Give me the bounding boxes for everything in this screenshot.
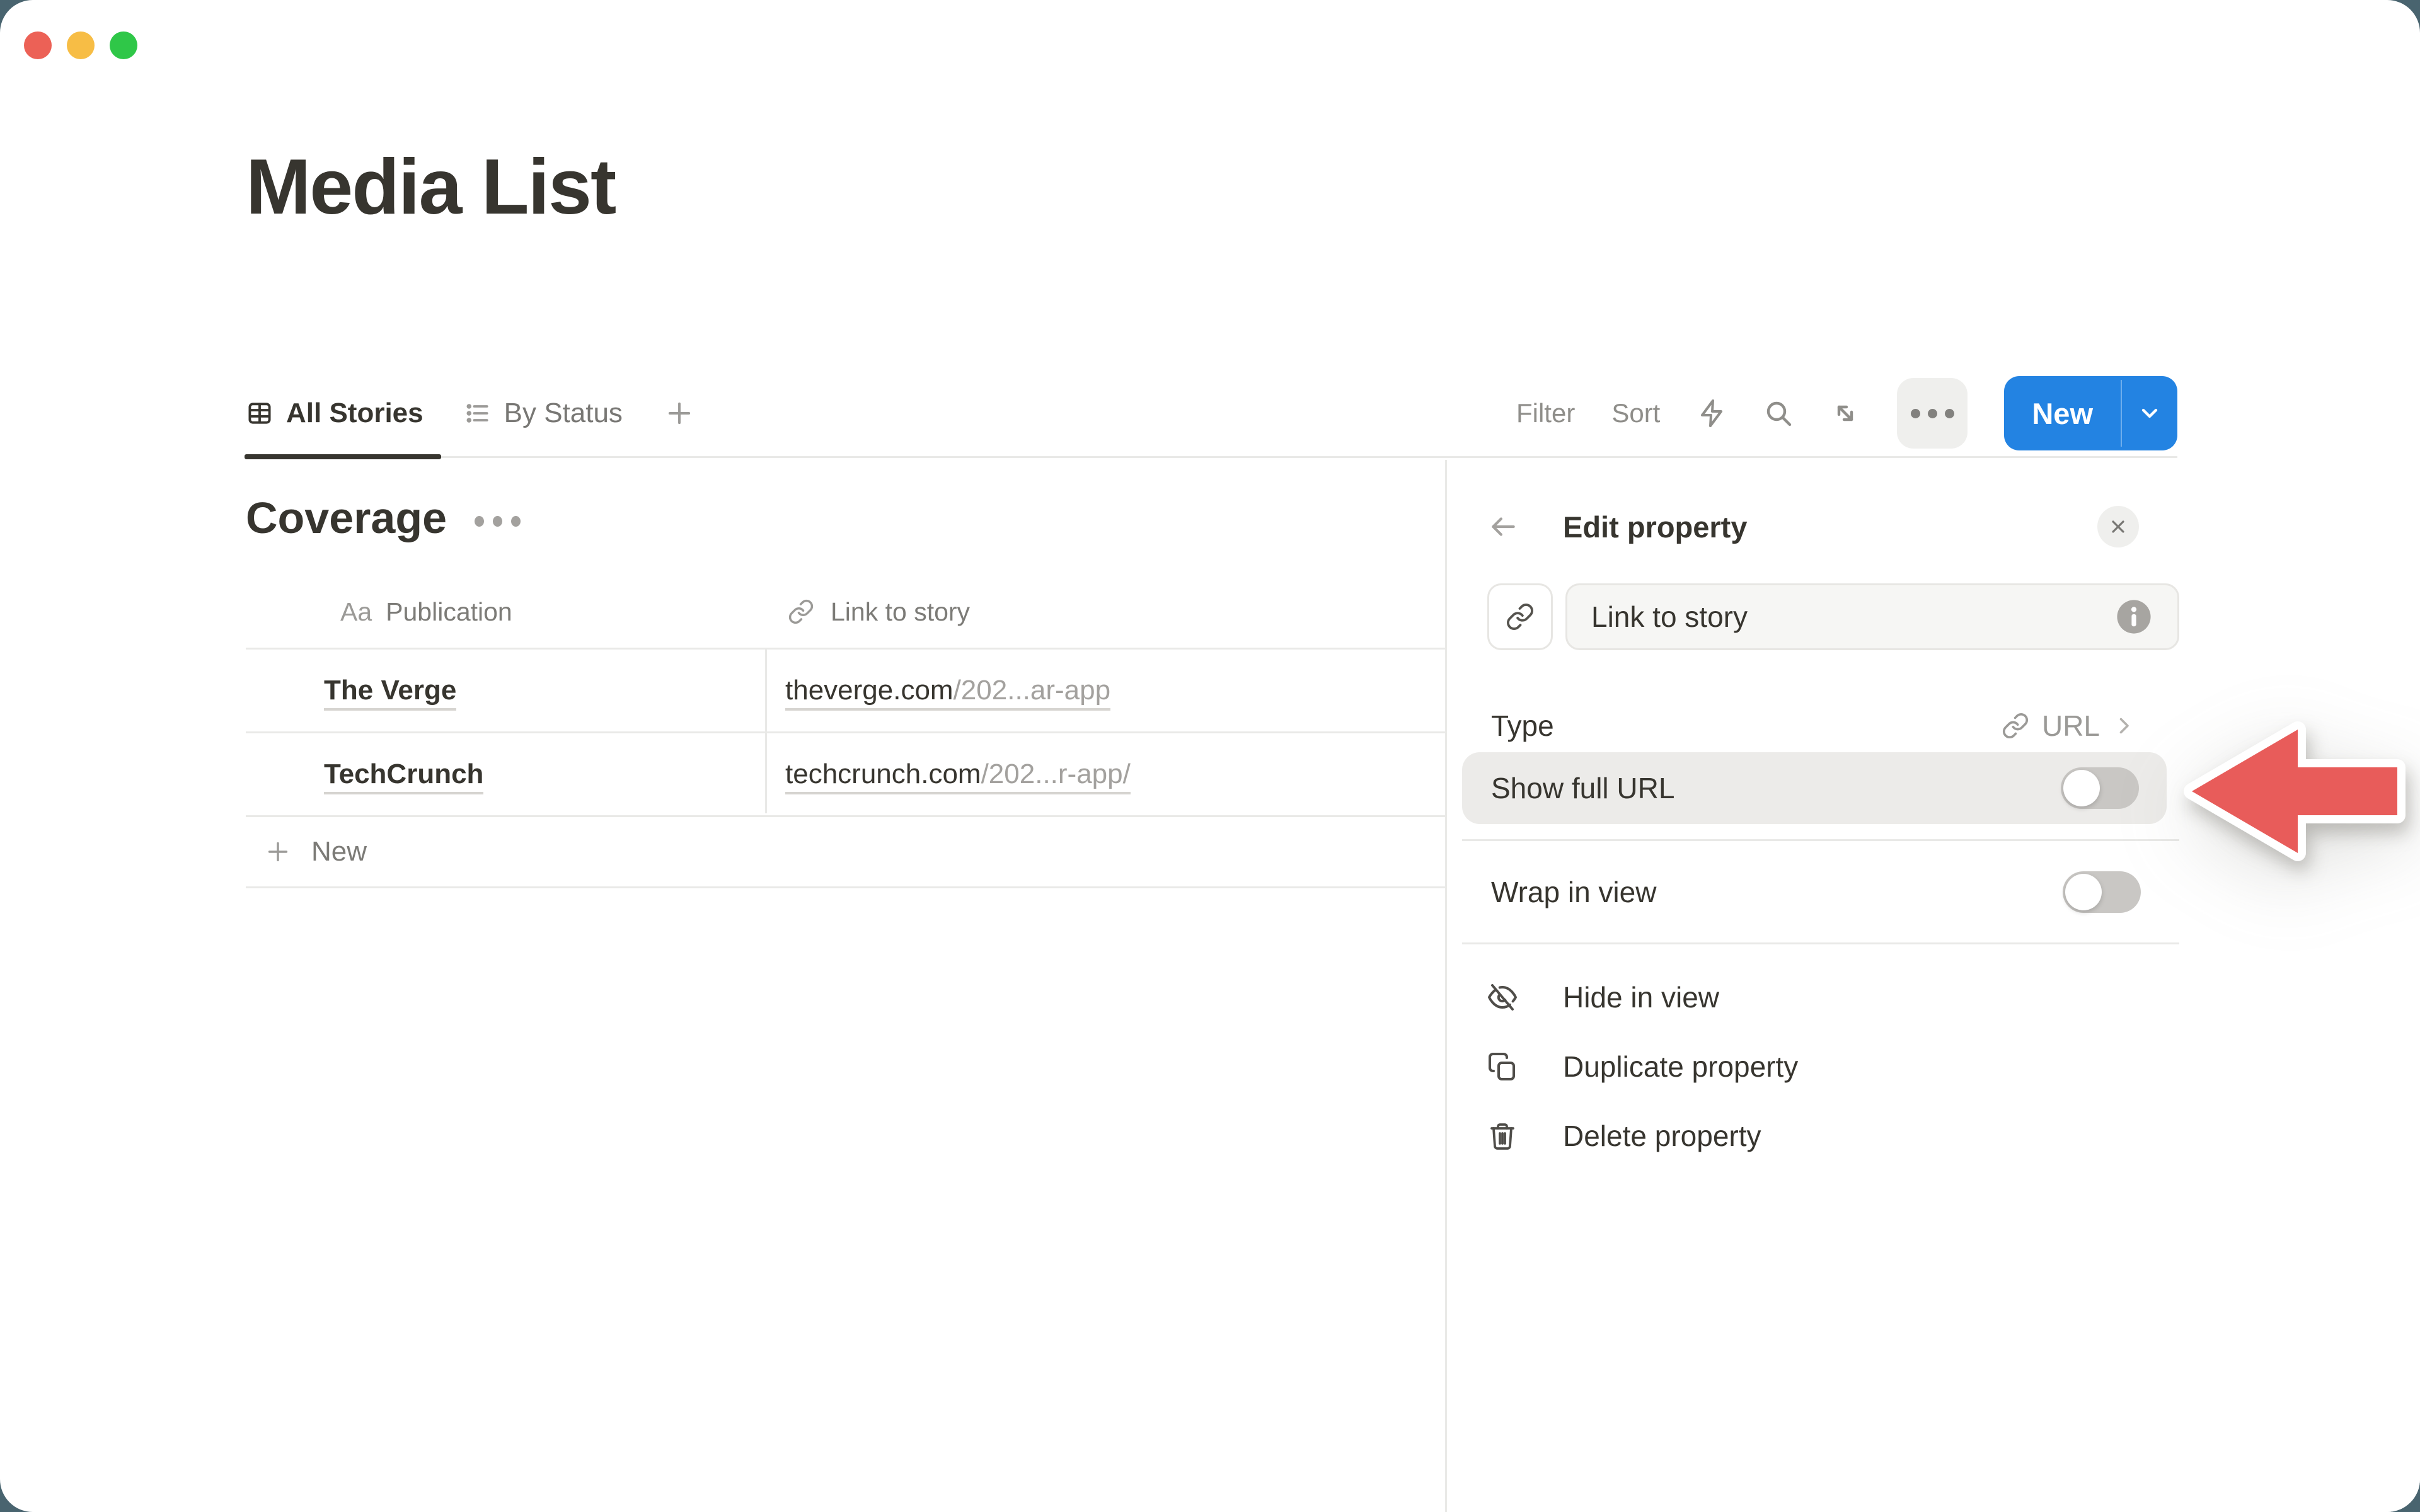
table-row: TechCrunch techcrunch.com/202...r-app/ bbox=[246, 733, 1445, 817]
page-title: Media List bbox=[246, 146, 615, 228]
column-header-link[interactable]: Link to story bbox=[765, 597, 1445, 627]
property-name-input[interactable]: Link to story bbox=[1565, 583, 2179, 650]
table-row: The Verge theverge.com/202...ar-app bbox=[246, 650, 1445, 733]
search-button[interactable] bbox=[1763, 398, 1794, 428]
window-controls bbox=[24, 32, 137, 59]
column-divider bbox=[765, 650, 767, 813]
new-record-button[interactable]: New bbox=[2004, 376, 2177, 450]
toggle-knob bbox=[2065, 874, 2102, 910]
menu-item-label: Duplicate property bbox=[1563, 1050, 1798, 1084]
link-icon bbox=[2002, 712, 2029, 740]
duplicate-icon bbox=[1487, 1051, 1518, 1082]
type-value: URL bbox=[2042, 709, 2100, 743]
close-window-button[interactable] bbox=[24, 32, 52, 59]
app-window: Media List All Stories By Status Filter … bbox=[0, 0, 2420, 1512]
toggle-knob bbox=[2063, 770, 2100, 806]
info-icon[interactable] bbox=[2116, 598, 2152, 635]
new-row-button[interactable]: New bbox=[246, 817, 1445, 888]
show-full-url-toggle[interactable] bbox=[2061, 767, 2139, 809]
back-button[interactable] bbox=[1487, 511, 1519, 542]
filter-button[interactable]: Filter bbox=[1516, 398, 1575, 428]
more-icon bbox=[1911, 409, 1920, 418]
divider bbox=[1462, 839, 2179, 841]
menu-item-label: Delete property bbox=[1563, 1119, 1761, 1153]
tab-all-stories[interactable]: All Stories bbox=[246, 370, 424, 456]
link-cell[interactable]: theverge.com/202...ar-app bbox=[785, 675, 1110, 711]
add-view-button[interactable] bbox=[663, 397, 696, 430]
property-actions-menu: Hide in view Duplicate property Delete p… bbox=[1462, 963, 2179, 1171]
view-toolbar: All Stories By Status Filter Sort bbox=[246, 370, 2177, 458]
table-icon bbox=[246, 399, 274, 427]
expand-icon bbox=[1830, 398, 1860, 428]
group-options-button[interactable] bbox=[475, 510, 521, 527]
list-icon bbox=[464, 399, 492, 427]
link-icon bbox=[788, 598, 814, 625]
trash-icon bbox=[1487, 1121, 1518, 1151]
wrap-in-view-row[interactable]: Wrap in view bbox=[1462, 857, 2179, 927]
group-title: Coverage bbox=[246, 493, 447, 543]
tab-label: All Stories bbox=[286, 398, 424, 429]
expand-button[interactable] bbox=[1830, 398, 1860, 428]
chevron-down-icon bbox=[2137, 401, 2162, 426]
tab-by-status[interactable]: By Status bbox=[464, 370, 623, 456]
collection-controls: Filter Sort New bbox=[1516, 376, 2177, 450]
text-type-icon: Aa bbox=[340, 597, 372, 627]
wrap-in-view-toggle[interactable] bbox=[2063, 871, 2141, 913]
toggle-label: Show full URL bbox=[1491, 771, 1674, 805]
edit-property-panel: Edit property Link to story Type bbox=[1445, 460, 2420, 1512]
property-name-row: Link to story bbox=[1462, 583, 2179, 650]
column-label: Publication bbox=[386, 597, 512, 627]
publication-cell[interactable]: TechCrunch bbox=[324, 759, 483, 794]
tab-label: By Status bbox=[504, 398, 623, 429]
type-value-group: URL bbox=[2002, 709, 2135, 743]
property-icon-button[interactable] bbox=[1487, 583, 1553, 650]
publication-cell[interactable]: The Verge bbox=[324, 675, 456, 711]
plus-icon bbox=[663, 397, 696, 430]
view-tabs: All Stories By Status bbox=[246, 370, 696, 456]
stories-table: Aa Publication Link to story The Verge t… bbox=[246, 576, 1445, 888]
table-header-row: Aa Publication Link to story bbox=[246, 576, 1445, 650]
link-cell[interactable]: techcrunch.com/202...r-app/ bbox=[785, 759, 1131, 794]
type-label: Type bbox=[1491, 709, 1554, 743]
property-type-row[interactable]: Type URL bbox=[1462, 694, 2179, 757]
minimize-window-button[interactable] bbox=[67, 32, 95, 59]
duplicate-property-item[interactable]: Duplicate property bbox=[1462, 1032, 2179, 1101]
new-button-label: New bbox=[2004, 376, 2121, 450]
show-full-url-row[interactable]: Show full URL bbox=[1462, 752, 2167, 824]
sort-button[interactable]: Sort bbox=[1611, 398, 1660, 428]
arrow-left-icon bbox=[1487, 511, 1519, 542]
divider bbox=[1462, 942, 2179, 944]
group-header: Coverage bbox=[246, 493, 521, 543]
panel-header: Edit property bbox=[1462, 495, 2179, 558]
more-icon bbox=[1945, 409, 1954, 418]
menu-item-label: Hide in view bbox=[1563, 980, 1719, 1014]
automations-button[interactable] bbox=[1697, 398, 1727, 428]
panel-title: Edit property bbox=[1563, 510, 1747, 544]
more-icon bbox=[1928, 409, 1937, 418]
search-icon bbox=[1763, 398, 1794, 428]
zoom-window-button[interactable] bbox=[110, 32, 137, 59]
new-button-dropdown[interactable] bbox=[2122, 376, 2177, 450]
toggle-label: Wrap in view bbox=[1491, 875, 1656, 909]
column-header-publication[interactable]: Aa Publication bbox=[246, 597, 765, 627]
close-icon bbox=[2108, 517, 2128, 537]
eye-off-icon bbox=[1487, 982, 1518, 1012]
close-panel-button[interactable] bbox=[2097, 506, 2139, 547]
property-name-value: Link to story bbox=[1591, 600, 1748, 634]
chevron-right-icon bbox=[2112, 714, 2135, 737]
hide-in-view-item[interactable]: Hide in view bbox=[1462, 963, 2179, 1032]
more-options-button[interactable] bbox=[1897, 378, 1968, 449]
zap-icon bbox=[1697, 398, 1727, 428]
delete-property-item[interactable]: Delete property bbox=[1462, 1101, 2179, 1171]
link-icon bbox=[1506, 602, 1535, 631]
plus-icon bbox=[263, 837, 292, 866]
column-label: Link to story bbox=[831, 597, 970, 627]
new-row-label: New bbox=[311, 836, 367, 868]
